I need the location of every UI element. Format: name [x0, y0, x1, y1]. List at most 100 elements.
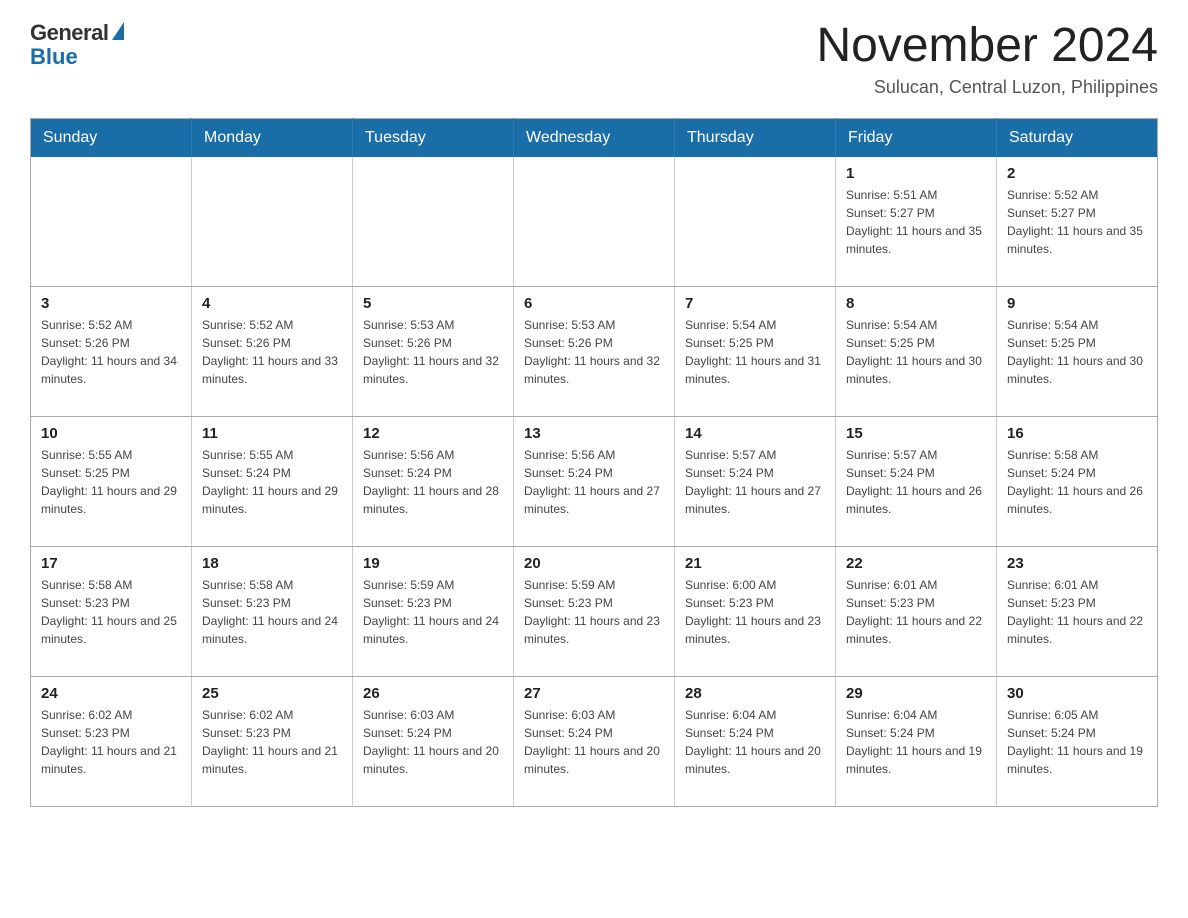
calendar-cell: 19Sunrise: 5:59 AM Sunset: 5:23 PM Dayli… — [353, 547, 514, 677]
day-info: Sunrise: 5:58 AM Sunset: 5:23 PM Dayligh… — [41, 576, 181, 648]
week-row-3: 10 Sunrise: 5:55 AM Sunset: 5:25 PM Dayli… — [31, 417, 1158, 547]
calendar-cell: 25 Sunrise: 6:02 AM Sunset: 5:23 PM Dayli… — [192, 677, 353, 807]
day-info: Sunrise: 5:57 AM Sunset: 5:24 PM Dayligh… — [846, 446, 986, 518]
page-title: November 2024 — [816, 20, 1158, 73]
day-info: Sunrise: 6:02 AM Sunset: 5:23 PM Dayligh… — [202, 706, 342, 778]
logo-general-text: General — [30, 20, 108, 46]
calendar-cell: 3Sunrise: 5:52 AM Sunset: 5:26 PM Daylig… — [31, 287, 192, 417]
day-number: 9 — [1007, 295, 1147, 312]
week-row-5: 24 Sunrise: 6:02 AM Sunset: 5:23 PM Dayli… — [31, 677, 1158, 807]
calendar-cell: 10 Sunrise: 5:55 AM Sunset: 5:25 PM Dayli… — [31, 417, 192, 547]
day-info: Sunrise: 5:59 AM Sunset: 5:23 PM Dayligh… — [363, 576, 503, 648]
day-info: Sunrise: 5:59 AM Sunset: 5:23 PM Dayligh… — [524, 576, 664, 648]
weekday-header-tuesday: Tuesday — [353, 118, 514, 157]
day-info: Sunrise: 5:53 AM Sunset: 5:26 PM Dayligh… — [524, 316, 664, 388]
day-number: 4 — [202, 295, 342, 312]
calendar-cell: 27 Sunrise: 6:03 AM Sunset: 5:24 PM Dayli… — [514, 677, 675, 807]
day-info: Sunrise: 5:52 AM Sunset: 5:26 PM Dayligh… — [41, 316, 181, 388]
calendar-cell: 23 Sunrise: 6:01 AM Sunset: 5:23 PM Dayli… — [997, 547, 1158, 677]
day-number: 24 — [41, 685, 181, 702]
day-info: Sunrise: 6:02 AM Sunset: 5:23 PM Dayligh… — [41, 706, 181, 778]
day-number: 12 — [363, 425, 503, 442]
calendar-cell: 21Sunrise: 6:00 AM Sunset: 5:23 PM Dayli… — [675, 547, 836, 677]
logo-blue-text: Blue — [30, 44, 78, 70]
calendar-cell: 17 Sunrise: 5:58 AM Sunset: 5:23 PM Dayli… — [31, 547, 192, 677]
day-number: 27 — [524, 685, 664, 702]
day-info: Sunrise: 5:56 AM Sunset: 5:24 PM Dayligh… — [363, 446, 503, 518]
weekday-header-thursday: Thursday — [675, 118, 836, 157]
day-number: 23 — [1007, 555, 1147, 572]
day-number: 17 — [41, 555, 181, 572]
calendar-cell: 30 Sunrise: 6:05 AM Sunset: 5:24 PM Dayli… — [997, 677, 1158, 807]
calendar-cell — [192, 157, 353, 287]
calendar-cell: 9 Sunrise: 5:54 AM Sunset: 5:25 PM Daylig… — [997, 287, 1158, 417]
weekday-header-wednesday: Wednesday — [514, 118, 675, 157]
day-number: 26 — [363, 685, 503, 702]
logo-triangle-icon — [112, 22, 124, 40]
calendar-table: SundayMondayTuesdayWednesdayThursdayFrid… — [30, 118, 1158, 808]
day-number: 7 — [685, 295, 825, 312]
day-number: 1 — [846, 165, 986, 182]
day-number: 11 — [202, 425, 342, 442]
day-number: 21 — [685, 555, 825, 572]
weekday-header-sunday: Sunday — [31, 118, 192, 157]
day-number: 16 — [1007, 425, 1147, 442]
day-number: 2 — [1007, 165, 1147, 182]
day-number: 10 — [41, 425, 181, 442]
day-info: Sunrise: 5:58 AM Sunset: 5:24 PM Dayligh… — [1007, 446, 1147, 518]
calendar-cell: 7 Sunrise: 5:54 AM Sunset: 5:25 PM Daylig… — [675, 287, 836, 417]
day-info: Sunrise: 5:53 AM Sunset: 5:26 PM Dayligh… — [363, 316, 503, 388]
weekday-header-row: SundayMondayTuesdayWednesdayThursdayFrid… — [31, 118, 1158, 157]
logo: General Blue — [30, 20, 124, 70]
day-info: Sunrise: 5:51 AM Sunset: 5:27 PM Dayligh… — [846, 186, 986, 258]
week-row-2: 3Sunrise: 5:52 AM Sunset: 5:26 PM Daylig… — [31, 287, 1158, 417]
calendar-cell: 8 Sunrise: 5:54 AM Sunset: 5:25 PM Daylig… — [836, 287, 997, 417]
calendar-cell: 15 Sunrise: 5:57 AM Sunset: 5:24 PM Dayli… — [836, 417, 997, 547]
calendar-cell: 13 Sunrise: 5:56 AM Sunset: 5:24 PM Dayli… — [514, 417, 675, 547]
location-subtitle: Sulucan, Central Luzon, Philippines — [816, 77, 1158, 98]
week-row-4: 17 Sunrise: 5:58 AM Sunset: 5:23 PM Dayli… — [31, 547, 1158, 677]
header: General Blue November 2024 Sulucan, Cent… — [30, 20, 1158, 98]
calendar-cell: 11 Sunrise: 5:55 AM Sunset: 5:24 PM Dayli… — [192, 417, 353, 547]
day-info: Sunrise: 6:03 AM Sunset: 5:24 PM Dayligh… — [524, 706, 664, 778]
calendar-cell: 1 Sunrise: 5:51 AM Sunset: 5:27 PM Daylig… — [836, 157, 997, 287]
day-number: 30 — [1007, 685, 1147, 702]
day-info: Sunrise: 6:05 AM Sunset: 5:24 PM Dayligh… — [1007, 706, 1147, 778]
calendar-cell: 2 Sunrise: 5:52 AM Sunset: 5:27 PM Daylig… — [997, 157, 1158, 287]
day-number: 5 — [363, 295, 503, 312]
calendar-cell: 29 Sunrise: 6:04 AM Sunset: 5:24 PM Dayli… — [836, 677, 997, 807]
calendar-cell: 22Sunrise: 6:01 AM Sunset: 5:23 PM Dayli… — [836, 547, 997, 677]
day-info: Sunrise: 5:56 AM Sunset: 5:24 PM Dayligh… — [524, 446, 664, 518]
day-info: Sunrise: 5:52 AM Sunset: 5:27 PM Dayligh… — [1007, 186, 1147, 258]
day-info: Sunrise: 6:04 AM Sunset: 5:24 PM Dayligh… — [846, 706, 986, 778]
day-info: Sunrise: 5:52 AM Sunset: 5:26 PM Dayligh… — [202, 316, 342, 388]
day-info: Sunrise: 6:03 AM Sunset: 5:24 PM Dayligh… — [363, 706, 503, 778]
calendar-cell: 24 Sunrise: 6:02 AM Sunset: 5:23 PM Dayli… — [31, 677, 192, 807]
calendar-cell — [353, 157, 514, 287]
day-info: Sunrise: 6:01 AM Sunset: 5:23 PM Dayligh… — [1007, 576, 1147, 648]
day-number: 25 — [202, 685, 342, 702]
day-number: 29 — [846, 685, 986, 702]
day-info: Sunrise: 5:58 AM Sunset: 5:23 PM Dayligh… — [202, 576, 342, 648]
day-info: Sunrise: 6:01 AM Sunset: 5:23 PM Dayligh… — [846, 576, 986, 648]
day-info: Sunrise: 5:54 AM Sunset: 5:25 PM Dayligh… — [1007, 316, 1147, 388]
calendar-cell: 4 Sunrise: 5:52 AM Sunset: 5:26 PM Daylig… — [192, 287, 353, 417]
day-info: Sunrise: 5:54 AM Sunset: 5:25 PM Dayligh… — [685, 316, 825, 388]
day-info: Sunrise: 5:55 AM Sunset: 5:25 PM Dayligh… — [41, 446, 181, 518]
day-number: 15 — [846, 425, 986, 442]
day-number: 28 — [685, 685, 825, 702]
calendar-cell: 28Sunrise: 6:04 AM Sunset: 5:24 PM Dayli… — [675, 677, 836, 807]
calendar-cell: 14Sunrise: 5:57 AM Sunset: 5:24 PM Dayli… — [675, 417, 836, 547]
day-number: 8 — [846, 295, 986, 312]
day-number: 13 — [524, 425, 664, 442]
weekday-header-friday: Friday — [836, 118, 997, 157]
day-info: Sunrise: 5:55 AM Sunset: 5:24 PM Dayligh… — [202, 446, 342, 518]
calendar-cell: 16 Sunrise: 5:58 AM Sunset: 5:24 PM Dayli… — [997, 417, 1158, 547]
day-number: 6 — [524, 295, 664, 312]
day-number: 20 — [524, 555, 664, 572]
day-info: Sunrise: 5:54 AM Sunset: 5:25 PM Dayligh… — [846, 316, 986, 388]
calendar-cell: 6 Sunrise: 5:53 AM Sunset: 5:26 PM Daylig… — [514, 287, 675, 417]
day-number: 14 — [685, 425, 825, 442]
calendar-cell — [514, 157, 675, 287]
calendar-cell — [31, 157, 192, 287]
